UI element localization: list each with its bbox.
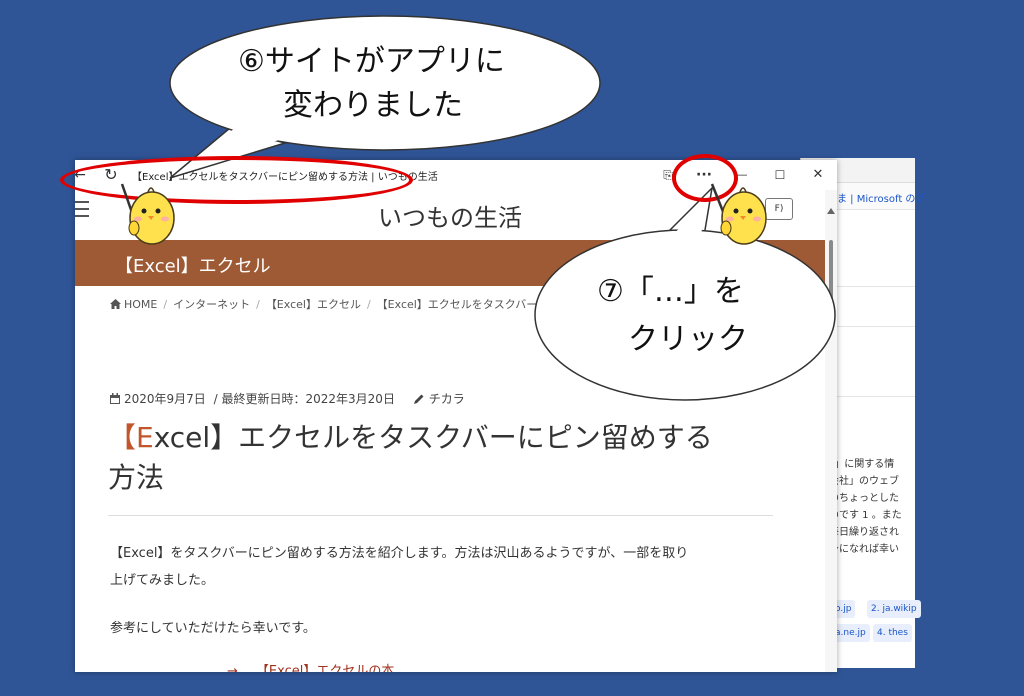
step6-caption-line2: 変わりました bbox=[283, 88, 463, 123]
annotation-overlay bbox=[169, 15, 836, 401]
chick-mascot-icon bbox=[120, 183, 175, 245]
step7-caption-line2: クリック bbox=[628, 322, 748, 357]
highlight-window-title bbox=[60, 156, 413, 204]
step7-caption-line1: ⑦「…」を bbox=[597, 274, 744, 309]
chick-mascot-icon bbox=[710, 183, 767, 245]
step6-caption-line1: ⑥サイトがアプリに bbox=[238, 44, 505, 79]
